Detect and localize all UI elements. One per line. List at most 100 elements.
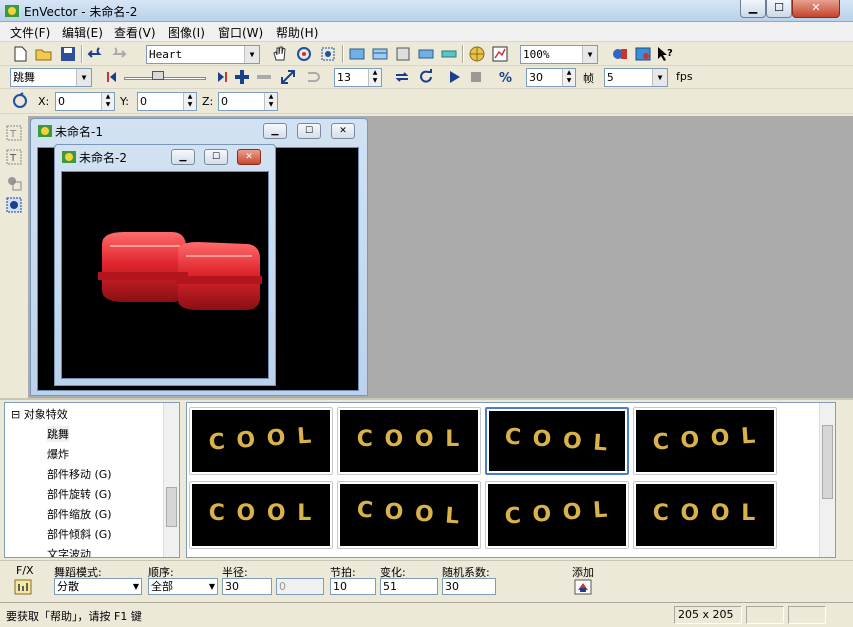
add-effect-icon[interactable] <box>574 579 592 595</box>
refresh-icon[interactable] <box>416 67 436 87</box>
maximize-icon: ☐ <box>211 152 221 162</box>
menu-help[interactable]: 帮助(H) <box>276 24 318 41</box>
minimize-button[interactable]: ▁ <box>263 123 287 139</box>
y-input[interactable]: 0 ▲ ▼ <box>137 92 197 111</box>
save-icon[interactable] <box>58 44 78 64</box>
transform-icon[interactable] <box>278 67 298 87</box>
z-input[interactable]: 0 ▲ ▼ <box>218 92 278 111</box>
select-tool-icon[interactable] <box>5 196 23 214</box>
tree-item[interactable]: 部件移动 (G) <box>47 466 112 482</box>
effect-thumbnail[interactable]: C O O L <box>633 407 777 475</box>
effect-thumbnail[interactable]: C O O L <box>633 481 777 549</box>
open-folder-icon[interactable] <box>34 44 54 64</box>
stop-icon[interactable] <box>466 67 486 87</box>
fx-icon[interactable] <box>14 579 32 595</box>
random-input[interactable]: 30 <box>442 578 496 595</box>
hand-rotate-icon[interactable] <box>10 91 30 111</box>
order-select[interactable]: 全部 ▼ <box>148 578 218 595</box>
menu-image[interactable]: 图像(I) <box>168 24 205 41</box>
effect-select[interactable]: 跳舞 ▼ <box>10 68 92 87</box>
red-3d-shape[interactable] <box>62 172 268 378</box>
loop-back-icon[interactable] <box>302 67 322 87</box>
order-value: 全部 <box>151 580 173 593</box>
tree-root[interactable]: ⊟ 对象特效 <box>11 406 68 422</box>
tree-item[interactable]: 部件旋转 (G) <box>47 486 112 502</box>
render-icon[interactable] <box>633 44 653 64</box>
percent-icon[interactable]: % <box>496 67 516 87</box>
menu-edit[interactable]: 编辑(E) <box>62 24 103 41</box>
effect-thumbnail[interactable]: C O O L <box>485 481 629 549</box>
close-button[interactable]: ✕ <box>792 0 840 18</box>
maximize-button[interactable]: ☐ <box>766 0 792 18</box>
frame-slider[interactable] <box>124 71 206 87</box>
remove-frame-icon[interactable] <box>254 67 274 87</box>
change-input[interactable]: 51 <box>380 578 438 595</box>
redo-icon[interactable] <box>108 44 128 64</box>
hand-icon[interactable] <box>270 44 290 64</box>
menu-window[interactable]: 窗口(W) <box>218 24 263 41</box>
view-front-icon[interactable] <box>347 44 367 64</box>
menu-bar: 文件(F) 编辑(E) 查看(V) 图像(I) 窗口(W) 帮助(H) <box>0 22 853 42</box>
spinner-arrows[interactable]: ▲ ▼ <box>264 93 277 110</box>
spinner-arrows[interactable]: ▲ ▼ <box>101 93 114 110</box>
tree-scrollbar[interactable] <box>163 403 179 557</box>
shape-select-value: Heart <box>149 48 183 61</box>
radius-input[interactable]: 30 <box>222 578 272 595</box>
document-window-2[interactable]: 未命名-2 ▁ ☐ ✕ <box>54 144 276 386</box>
effect-thumbnail[interactable]: C O O L <box>337 481 481 549</box>
spinner-arrows[interactable]: ▲ ▼ <box>183 93 196 110</box>
add-frame-icon[interactable] <box>232 67 252 87</box>
spinner-arrows[interactable]: ▲ ▼ <box>368 69 381 86</box>
canvas-2[interactable] <box>61 171 269 379</box>
close-button[interactable]: ✕ <box>237 149 261 165</box>
maximize-icon: ☐ <box>774 1 784 14</box>
last-frame-icon[interactable] <box>212 67 232 87</box>
help-pointer-icon[interactable]: ? <box>655 44 675 64</box>
maximize-button[interactable]: ☐ <box>297 123 321 139</box>
shape-tool-icon[interactable] <box>5 174 23 192</box>
rotate-hand-icon[interactable] <box>294 44 314 64</box>
effect-thumbnail[interactable]: C O O L <box>189 481 333 549</box>
minimize-button[interactable]: ▁ <box>171 149 195 165</box>
minimize-button[interactable]: ▁ <box>740 0 766 18</box>
menu-file[interactable]: 文件(F) <box>10 24 50 41</box>
effect-thumbnail[interactable]: C O O L <box>485 407 629 475</box>
slider-thumb[interactable] <box>152 71 164 80</box>
close-button[interactable]: ✕ <box>331 123 355 139</box>
view-flat-icon[interactable] <box>439 44 459 64</box>
view-top-icon[interactable] <box>370 44 390 64</box>
spinner-arrows[interactable]: ▲ ▼ <box>562 69 575 86</box>
frame-input[interactable]: 13 ▲ ▼ <box>334 68 382 87</box>
thumbnail-preview: C O O L <box>489 411 625 471</box>
view-3d-icon[interactable] <box>416 44 436 64</box>
effect-thumbnail[interactable]: C O O L <box>337 407 481 475</box>
gallery-scrollbar[interactable] <box>819 403 835 557</box>
tree-item[interactable]: 部件缩放 (G) <box>47 506 112 522</box>
text-frame-icon[interactable]: T <box>5 124 23 142</box>
tree-item[interactable]: 跳舞 <box>47 426 69 442</box>
x-input[interactable]: 0 ▲ ▼ <box>55 92 115 111</box>
undo-icon[interactable] <box>86 44 106 64</box>
beat-input[interactable]: 10 <box>330 578 376 595</box>
tree-item[interactable]: 文字波动 <box>47 546 91 557</box>
play-icon[interactable] <box>444 67 464 87</box>
menu-view[interactable]: 查看(V) <box>114 24 156 41</box>
fps-select[interactable]: 5 ▼ <box>604 68 668 87</box>
maximize-button[interactable]: ☐ <box>204 149 228 165</box>
chart-icon[interactable] <box>490 44 510 64</box>
effect-thumbnail[interactable]: C O O L <box>189 407 333 475</box>
zoom-select[interactable]: 100% ▼ <box>520 45 598 64</box>
dance-mode-select[interactable]: 分散 ▼ <box>54 578 142 595</box>
properties-icon[interactable] <box>610 44 630 64</box>
first-frame-icon[interactable] <box>102 67 122 87</box>
loop-icon[interactable] <box>392 67 412 87</box>
globe-icon[interactable] <box>467 44 487 64</box>
tree-item[interactable]: 部件倾斜 (G) <box>47 526 112 542</box>
tree-item[interactable]: 爆炸 <box>47 446 69 462</box>
new-file-icon[interactable] <box>10 44 30 64</box>
text-tool-icon[interactable]: T <box>5 148 23 166</box>
view-side-icon[interactable] <box>393 44 413 64</box>
select-object-icon[interactable] <box>318 44 338 64</box>
speed-input[interactable]: 30 ▲ ▼ <box>526 68 576 87</box>
shape-select[interactable]: Heart ▼ <box>146 45 260 64</box>
